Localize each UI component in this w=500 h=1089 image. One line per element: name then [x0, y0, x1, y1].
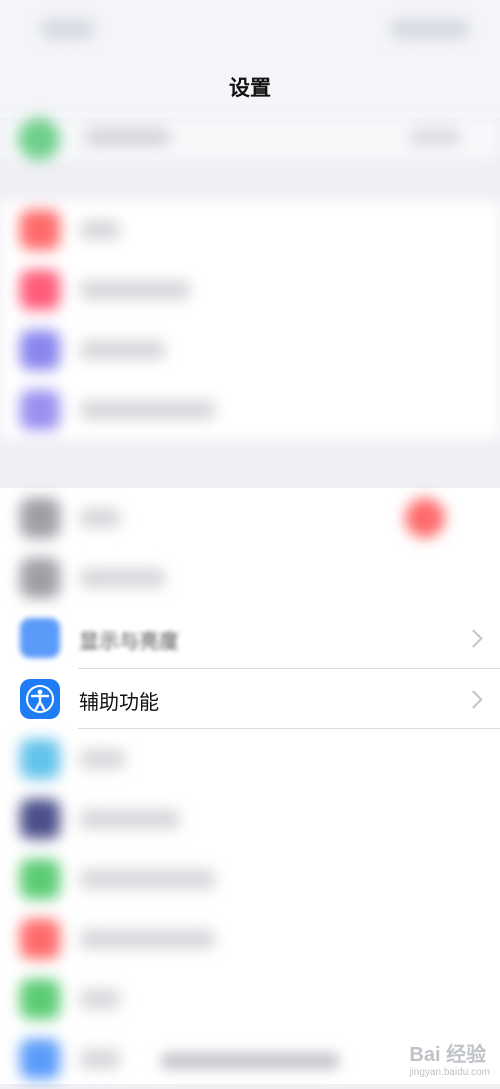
green-settings-icon [20, 979, 60, 1019]
row-label-blurred [80, 568, 165, 588]
settings-group-2: 显示与亮度 辅助功能 [0, 488, 500, 1084]
gray-settings-icon [20, 498, 60, 538]
profile-detail-blurred [410, 128, 460, 146]
settings-row[interactable] [0, 729, 500, 789]
settings-row[interactable] [0, 849, 500, 909]
row-label-blurred [80, 989, 120, 1009]
blue-settings-icon [20, 1039, 60, 1079]
page-title: 设置 [229, 76, 271, 100]
display-brightness-icon [20, 618, 60, 658]
row-label: 辅助功能 [79, 690, 159, 714]
red-settings-icon [20, 210, 60, 250]
settings-row[interactable] [0, 260, 500, 320]
settings-row[interactable] [0, 789, 500, 849]
settings-row[interactable] [0, 320, 500, 380]
chevron-right-icon [464, 690, 483, 709]
dark-settings-icon [20, 799, 60, 839]
profile-section[interactable] [0, 118, 500, 160]
purple-settings-icon [20, 390, 60, 430]
settings-row[interactable] [0, 380, 500, 440]
settings-row-display-brightness[interactable]: 显示与亮度 [0, 608, 500, 668]
home-indicator-blurred [160, 1052, 340, 1070]
accessibility-icon [20, 679, 60, 719]
gray-settings-icon [20, 558, 60, 598]
chevron-right-icon [464, 629, 483, 648]
watermark-brand: Bai 经验 [409, 1044, 487, 1066]
red-settings-icon [20, 919, 60, 959]
row-label-blurred [80, 749, 125, 769]
green-settings-icon [20, 859, 60, 899]
settings-row-accessibility[interactable]: 辅助功能 [0, 669, 500, 729]
profile-avatar-icon [18, 118, 60, 160]
navigation-bar: 设置 [0, 0, 500, 118]
row-label: 显示与亮度 [79, 629, 179, 653]
row-label-blurred [80, 929, 215, 949]
row-label-blurred [80, 508, 120, 528]
settings-row[interactable] [0, 969, 500, 1029]
row-label-blurred [80, 869, 215, 889]
status-bar-time-blurred [40, 18, 95, 40]
row-label-blurred [80, 220, 120, 240]
settings-row[interactable] [0, 200, 500, 260]
purple-settings-icon [20, 330, 60, 370]
status-bar-indicators-blurred [390, 18, 470, 40]
row-label-blurred [80, 1049, 120, 1069]
settings-row[interactable] [0, 488, 500, 548]
row-label-blurred [80, 280, 190, 300]
pink-settings-icon [20, 270, 60, 310]
watermark-url: jingyan.baidu.com [409, 1067, 490, 1078]
row-label-blurred [80, 400, 215, 420]
profile-text-blurred [85, 128, 170, 146]
watermark: Bai 经验 jingyan.baidu.com [409, 1038, 490, 1078]
wallpaper-icon [20, 739, 60, 779]
settings-group-1 [0, 200, 500, 440]
settings-row[interactable] [0, 909, 500, 969]
notification-badge [405, 498, 445, 538]
settings-screen: 设置 显示与亮度 辅助功能 Bai 经验 jingyan.baidu.com [0, 0, 500, 1084]
settings-row[interactable] [0, 548, 500, 608]
row-label-blurred [80, 809, 180, 829]
row-label-blurred [80, 340, 165, 360]
